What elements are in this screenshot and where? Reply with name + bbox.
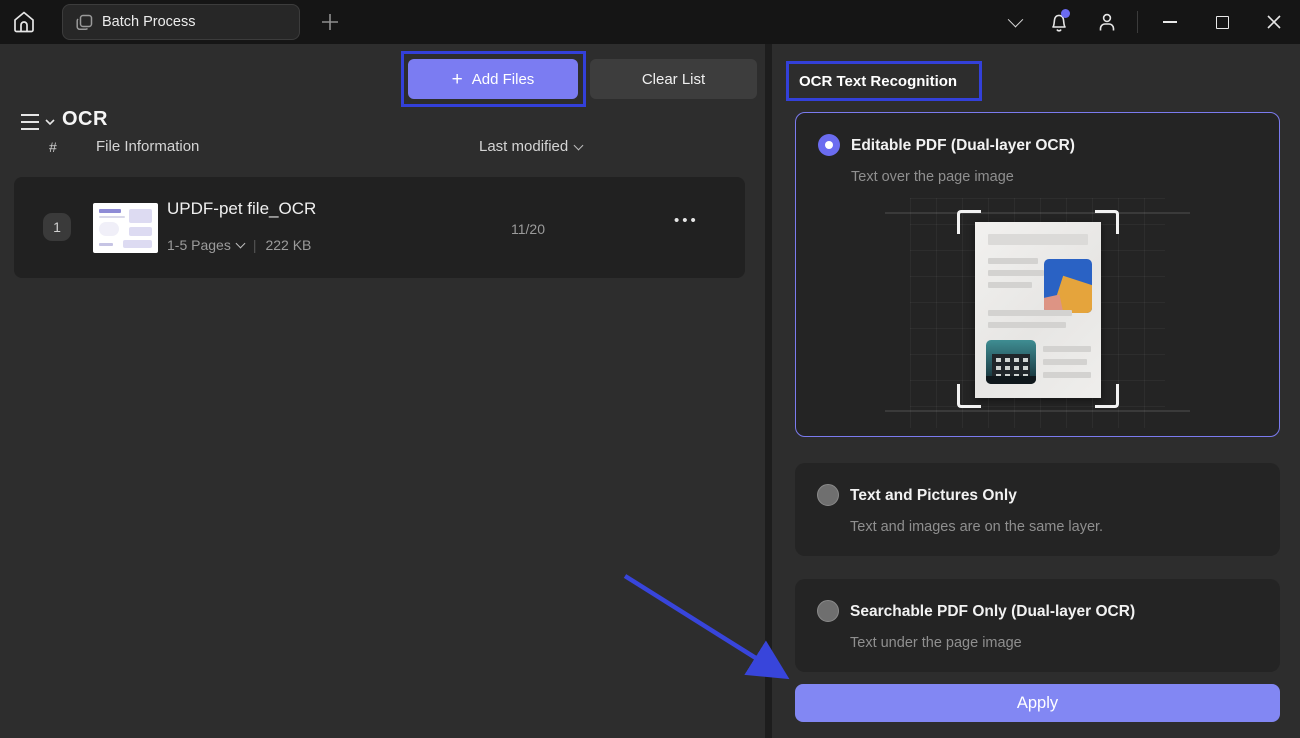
file-size: 222 KB	[265, 237, 312, 253]
file-meta: 1-5 Pages | 222 KB	[167, 237, 311, 253]
dropdown-chevron-button[interactable]	[995, 0, 1035, 44]
batch-icon	[76, 14, 93, 30]
close-button[interactable]	[1248, 0, 1300, 44]
notification-dot	[1061, 9, 1070, 18]
option-text-pictures-only[interactable]: Text and Pictures Only Text and images a…	[795, 463, 1280, 556]
option-desc: Text and images are on the same layer.	[850, 519, 1104, 535]
notifications-button[interactable]	[1035, 0, 1083, 44]
plus-icon: +	[451, 68, 463, 90]
minimize-icon	[1163, 21, 1177, 23]
option-label: Text and Pictures Only	[850, 487, 1017, 504]
titlebar-divider	[1137, 11, 1138, 33]
chevron-down-icon	[1007, 11, 1023, 27]
page-title: OCR	[62, 108, 108, 130]
scan-illustration	[885, 198, 1190, 428]
ocr-title-highlight-box: OCR Text Recognition	[786, 61, 982, 101]
minimize-button[interactable]	[1144, 0, 1196, 44]
building-illustration	[986, 340, 1036, 384]
tab-batch-process[interactable]: Batch Process	[62, 4, 300, 40]
sort-chevron-icon	[573, 140, 584, 150]
row-more-button[interactable]: •••	[674, 212, 699, 229]
scan-bracket-icon	[957, 210, 981, 234]
pages-label: 1-5 Pages	[167, 237, 231, 253]
ocr-settings-panel: OCR Text Recognition Editable PDF (Dual-…	[772, 44, 1300, 738]
maximize-icon	[1215, 15, 1229, 29]
file-modified-date: 11/20	[511, 221, 545, 237]
menu-button[interactable]	[18, 110, 56, 134]
maximize-button[interactable]	[1196, 0, 1248, 44]
tab-label: Batch Process	[102, 14, 196, 30]
option-label: Searchable PDF Only (Dual-layer OCR)	[850, 603, 1136, 620]
panel-title: OCR Text Recognition	[799, 72, 958, 90]
option-editable-pdf[interactable]: Editable PDF (Dual-layer OCR) Text over …	[795, 112, 1280, 437]
scan-bracket-icon	[1095, 384, 1119, 408]
close-icon	[1267, 15, 1281, 29]
file-thumbnail	[93, 203, 158, 253]
option-label: Editable PDF (Dual-layer OCR)	[851, 137, 1075, 154]
photo-illustration	[1044, 259, 1092, 313]
plus-icon	[322, 14, 338, 30]
person-icon	[1099, 13, 1115, 31]
scan-guide-line	[885, 410, 1190, 412]
radio-selected-icon[interactable]	[818, 134, 840, 156]
titlebar: Batch Process	[0, 0, 1300, 44]
radio-unselected-icon[interactable]	[817, 484, 839, 506]
row-index-badge: 1	[43, 213, 71, 241]
clear-list-button[interactable]: Clear List	[590, 59, 757, 99]
home-button[interactable]	[10, 8, 40, 36]
account-button[interactable]	[1083, 0, 1131, 44]
column-header-file-information: File Information	[96, 138, 200, 155]
pages-chevron-icon	[235, 238, 246, 249]
file-list-panel: OCR + Add Files Clear List # File Inform…	[0, 44, 765, 738]
scan-bracket-icon	[1095, 210, 1119, 234]
file-row[interactable]: 1 UPDF-pet file_OCR 1-5 Pages | 222 KB 1…	[14, 177, 745, 278]
column-header-last-modified[interactable]: Last modified	[479, 138, 584, 155]
option-desc: Text over the page image	[851, 169, 1014, 185]
titlebar-controls	[995, 0, 1300, 44]
add-files-button[interactable]: + Add Files	[408, 59, 578, 99]
file-name: UPDF-pet file_OCR	[167, 199, 317, 218]
scan-bracket-icon	[957, 384, 981, 408]
apply-button[interactable]: Apply	[795, 684, 1280, 722]
meta-separator: |	[252, 237, 257, 253]
radio-unselected-icon[interactable]	[817, 600, 839, 622]
option-desc: Text under the page image	[850, 635, 1022, 651]
last-modified-label: Last modified	[479, 138, 569, 155]
home-icon	[14, 11, 34, 33]
document-illustration	[975, 222, 1101, 398]
column-header-index: #	[49, 139, 57, 155]
panel-divider	[765, 44, 772, 738]
scan-guide-line	[885, 212, 1190, 214]
hamburger-chevron-icon	[21, 114, 55, 130]
new-tab-button[interactable]	[318, 10, 342, 34]
pages-dropdown[interactable]: 1-5 Pages	[167, 237, 246, 253]
option-searchable-pdf[interactable]: Searchable PDF Only (Dual-layer OCR) Tex…	[795, 579, 1280, 672]
add-files-label: Add Files	[471, 70, 535, 88]
